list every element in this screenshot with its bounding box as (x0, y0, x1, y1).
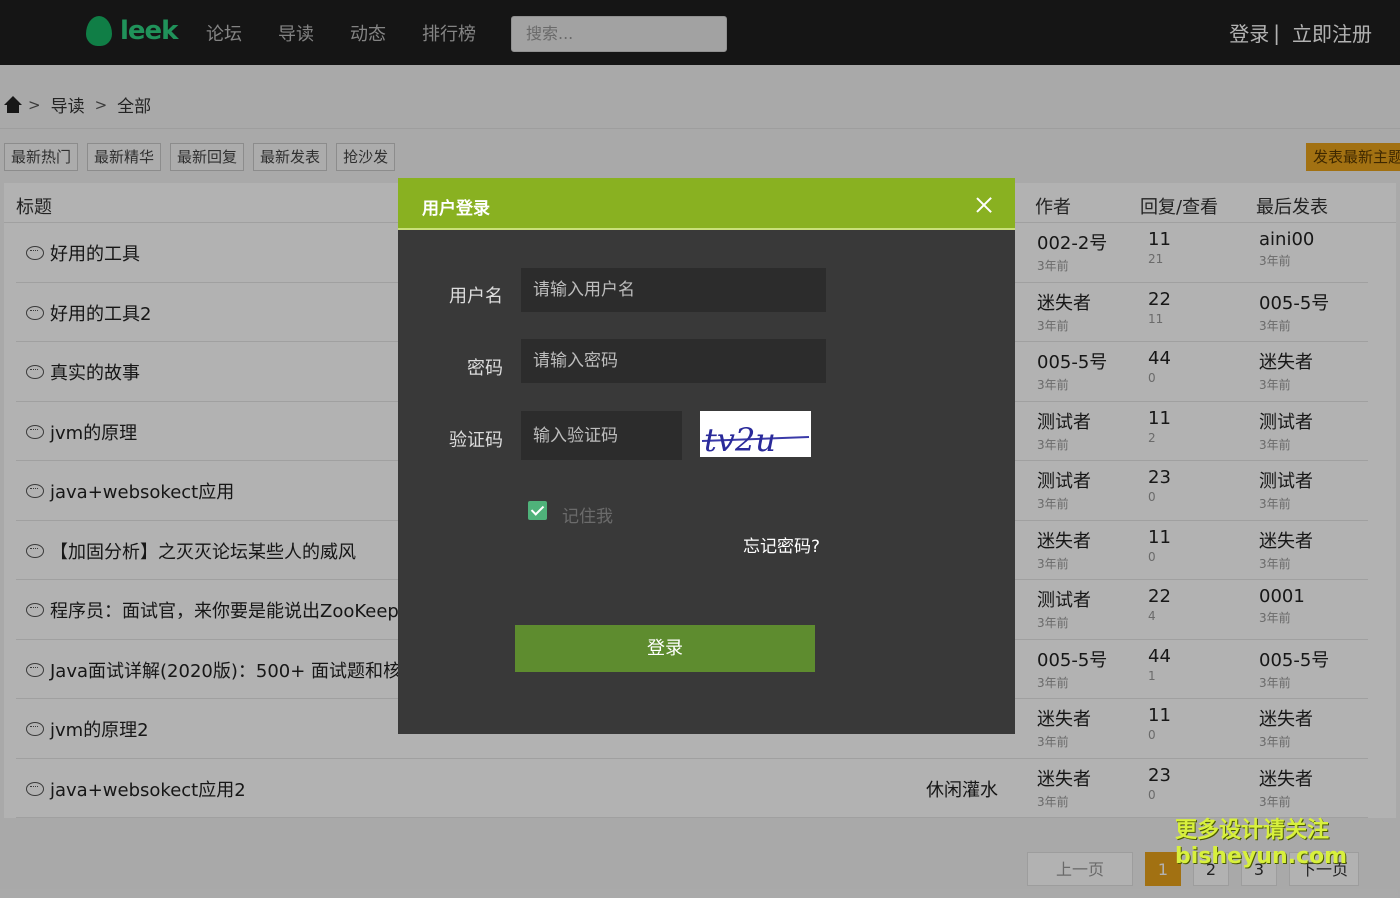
captcha-label: 验证码 (449, 430, 503, 451)
login-submit-button[interactable]: 登录 (515, 625, 815, 672)
watermark-line-2: bisheyun.com (1175, 844, 1348, 869)
captcha-image[interactable]: tv2u (700, 411, 811, 459)
remember-label: 记住我 (562, 507, 613, 527)
login-modal: 用户登录 用户名 密码 验证码 tv2u 记住我 忘记密码? 登录 (398, 178, 1015, 734)
password-label: 密码 (467, 358, 503, 379)
captcha-graphic: tv2u (701, 421, 810, 459)
password-field[interactable] (521, 339, 826, 383)
forgot-password-link[interactable]: 忘记密码? (743, 532, 820, 557)
modal-header: 用户登录 (398, 178, 1015, 230)
modal-title: 用户登录 (422, 199, 490, 219)
watermark-line-1: 更多设计请关注 (1175, 818, 1330, 843)
remember-checkbox[interactable] (528, 501, 547, 520)
watermark: 更多设计请关注 bisheyun.com (1175, 818, 1347, 870)
username-label: 用户名 (449, 286, 503, 307)
captcha-text: tv2u (704, 421, 776, 457)
close-icon[interactable] (974, 195, 994, 215)
captcha-field[interactable] (521, 411, 682, 460)
username-field[interactable] (521, 268, 826, 312)
